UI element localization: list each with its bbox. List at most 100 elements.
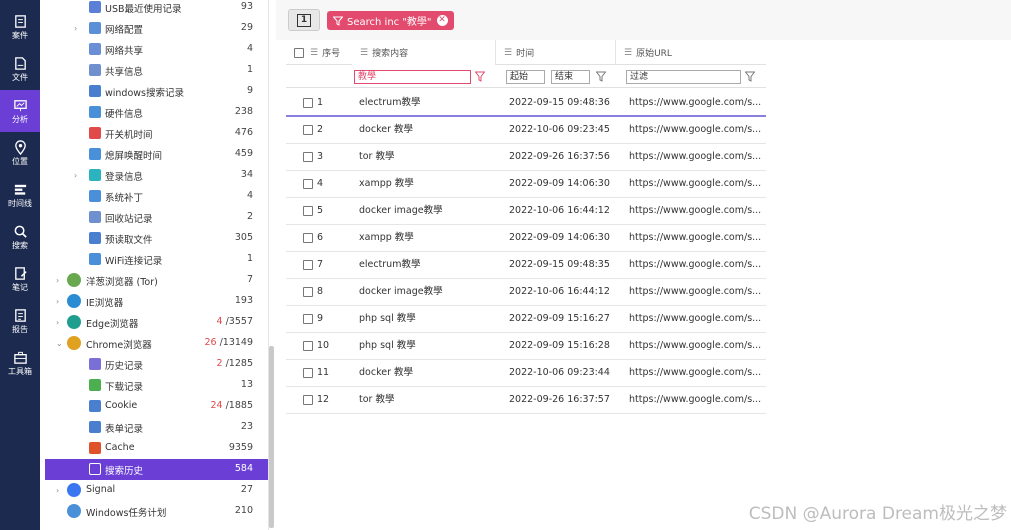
rail-item-report[interactable]: 报告 [0,300,40,342]
column-menu-icon[interactable]: ☰ [360,48,368,58]
rail-item-case[interactable]: 案件 [0,6,40,48]
rail-item-location[interactable]: 位置 [0,132,40,174]
table-row[interactable]: 4 xampp 教學 2022-09-09 14:06:30 https://www.… [286,171,766,198]
row-checkbox[interactable] [303,152,313,162]
time-end-filter[interactable]: 结束 [551,70,590,84]
rail-item-search[interactable]: 搜索 [0,216,40,258]
header-content[interactable]: ☰ 搜索内容 [352,40,496,65]
row-checkbox[interactable] [303,341,313,351]
row-checkbox[interactable] [303,287,313,297]
tree-item[interactable]: 预读取文件 305 [45,228,268,249]
row-checkbox[interactable] [303,179,313,189]
tree-item[interactable]: › 登录信息 34 [45,165,268,186]
chevron-right-icon[interactable]: › [56,298,64,306]
row-checkbox[interactable] [303,395,313,405]
table-row[interactable]: 11 docker 教學 2022-10-06 09:23:44 https://ww… [286,360,766,387]
tree-item[interactable]: 共享信息 1 [45,60,268,81]
rail-item-note[interactable]: 笔记 [0,258,40,300]
row-checkbox[interactable] [303,233,313,243]
tree-item[interactable]: › Edge浏览器 4 /3557 [45,312,268,333]
chevron-right-icon[interactable]: › [74,172,82,180]
tree-item[interactable]: WiFi连接记录 1 [45,249,268,270]
tree-item[interactable]: 网络共享 4 [45,39,268,60]
time-start-filter[interactable]: 起始 [506,70,545,84]
tree-item[interactable]: › 洋葱浏览器 (Tor) 7 [45,270,268,291]
tree-item[interactable]: 回收站记录 2 [45,207,268,228]
tree-item[interactable]: 下载记录 13 [45,375,268,396]
tree-item[interactable]: ⌄ Chrome浏览器 26 /13149 [45,333,268,354]
row-url[interactable]: https://www.google.com/s... [629,387,765,413]
tree-item-label: 登录信息 [105,172,144,183]
table-row[interactable]: 1 electrum教學 2022-09-15 09:48:36 https://ww… [286,90,766,117]
filter-chip-close-icon[interactable]: ✕ [436,15,448,26]
rail-item-toolbox[interactable]: 工具箱 [0,342,40,384]
rail-item-analysis[interactable]: 分析 [0,90,40,132]
column-menu-icon[interactable]: ☰ [504,48,512,58]
row-checkbox[interactable] [303,314,313,324]
row-url[interactable]: https://www.google.com/s... [629,90,765,116]
chevron-down-icon[interactable]: ⌄ [56,340,64,348]
column-menu-icon[interactable]: ☰ [310,48,318,58]
url-filter-input[interactable]: 过滤 [626,70,741,84]
chevron-right-icon[interactable]: › [56,277,64,285]
windows-search-icon [89,85,101,97]
tree-item[interactable]: Cache 9359 [45,438,268,459]
url-filter-funnel-icon[interactable] [745,71,755,82]
column-menu-icon[interactable]: ☰ [624,48,632,58]
chevron-right-icon[interactable]: › [56,319,64,327]
tree-item[interactable]: Windows任务计划 210 [45,501,268,522]
tree-item[interactable]: › IE浏览器 193 [45,291,268,312]
header-time[interactable]: ☰ 时间 [496,40,616,65]
tree-item[interactable]: 表单记录 23 [45,417,268,438]
row-checkbox[interactable] [303,98,313,108]
tree-item[interactable]: USB最近使用记录 93 [45,0,268,18]
tree-item[interactable]: 系统补丁 4 [45,186,268,207]
rail-item-file[interactable]: 文件 [0,48,40,90]
table-row[interactable]: 9 php sql 教學 2022-09-09 15:16:27 https://ww… [286,306,766,333]
header-url[interactable]: ☰ 原始URL [616,40,766,65]
tree-item[interactable]: 历史记录 2 /1285 [45,354,268,375]
row-url[interactable]: https://www.google.com/s... [629,117,765,143]
content-filter-input[interactable]: 教學 [354,70,471,84]
tree-item[interactable]: › 网络配置 29 [45,18,268,39]
row-checkbox[interactable] [303,206,313,216]
row-url[interactable]: https://www.google.com/s... [629,306,765,332]
page-number-button[interactable]: 1 [288,9,320,31]
table-row[interactable]: 12 tor 教學 2022-09-26 16:37:57 https://www.g… [286,387,766,414]
row-checkbox[interactable] [303,260,313,270]
search-filter-chip[interactable]: Search inc "教學" ✕ [327,11,454,30]
row-url[interactable]: https://www.google.com/s... [629,333,765,359]
table-row[interactable]: 3 tor 教學 2022-09-26 16:37:56 https://www.go… [286,144,766,171]
signal-icon [67,483,81,497]
tree-item[interactable]: 熄屏唤醒时间 459 [45,144,268,165]
row-url[interactable]: https://www.google.com/s... [629,171,765,197]
rail-item-timeline[interactable]: 时间线 [0,174,40,216]
row-url[interactable]: https://www.google.com/s... [629,360,765,386]
select-all-checkbox[interactable] [294,47,304,58]
row-url[interactable]: https://www.google.com/s... [629,225,765,251]
table-row[interactable]: 6 xampp 教學 2022-09-09 14:06:30 https://www.… [286,225,766,252]
row-url[interactable]: https://www.google.com/s... [629,252,765,278]
row-checkbox[interactable] [303,368,313,378]
row-checkbox[interactable] [303,125,313,135]
row-url[interactable]: https://www.google.com/s... [629,144,765,170]
table-row[interactable]: 2 docker 教學 2022-10-06 09:23:45 https://www… [286,117,766,144]
tree-item[interactable]: 搜索历史 584 [45,459,268,480]
tree-item[interactable]: 开关机时间 476 [45,123,268,144]
tree-item[interactable]: 硬件信息 238 [45,102,268,123]
row-url[interactable]: https://www.google.com/s... [629,198,765,224]
row-url[interactable]: https://www.google.com/s... [629,279,765,305]
table-row[interactable]: 5 docker image教學 2022-10-06 16:44:12 https:… [286,198,766,225]
tree-item[interactable]: Cookie 24 /1885 [45,396,268,417]
table-row[interactable]: 7 electrum教學 2022-09-15 09:48:35 https://ww… [286,252,766,279]
chevron-right-icon[interactable]: › [56,487,64,495]
chevron-right-icon[interactable]: › [74,25,82,33]
table-row[interactable]: 8 docker image教學 2022-10-06 16:44:12 https:… [286,279,766,306]
table-row[interactable]: 10 php sql 教學 2022-09-09 15:16:28 https://w… [286,333,766,360]
tree-item[interactable]: › Signal 27 [45,480,268,501]
tree-scrollbar[interactable] [269,346,274,528]
time-filter-funnel-icon[interactable] [596,71,606,82]
content-filter-funnel-icon[interactable] [475,71,485,82]
tree-item-label: 预读取文件 [105,235,153,246]
tree-item[interactable]: windows搜索记录 9 [45,81,268,102]
